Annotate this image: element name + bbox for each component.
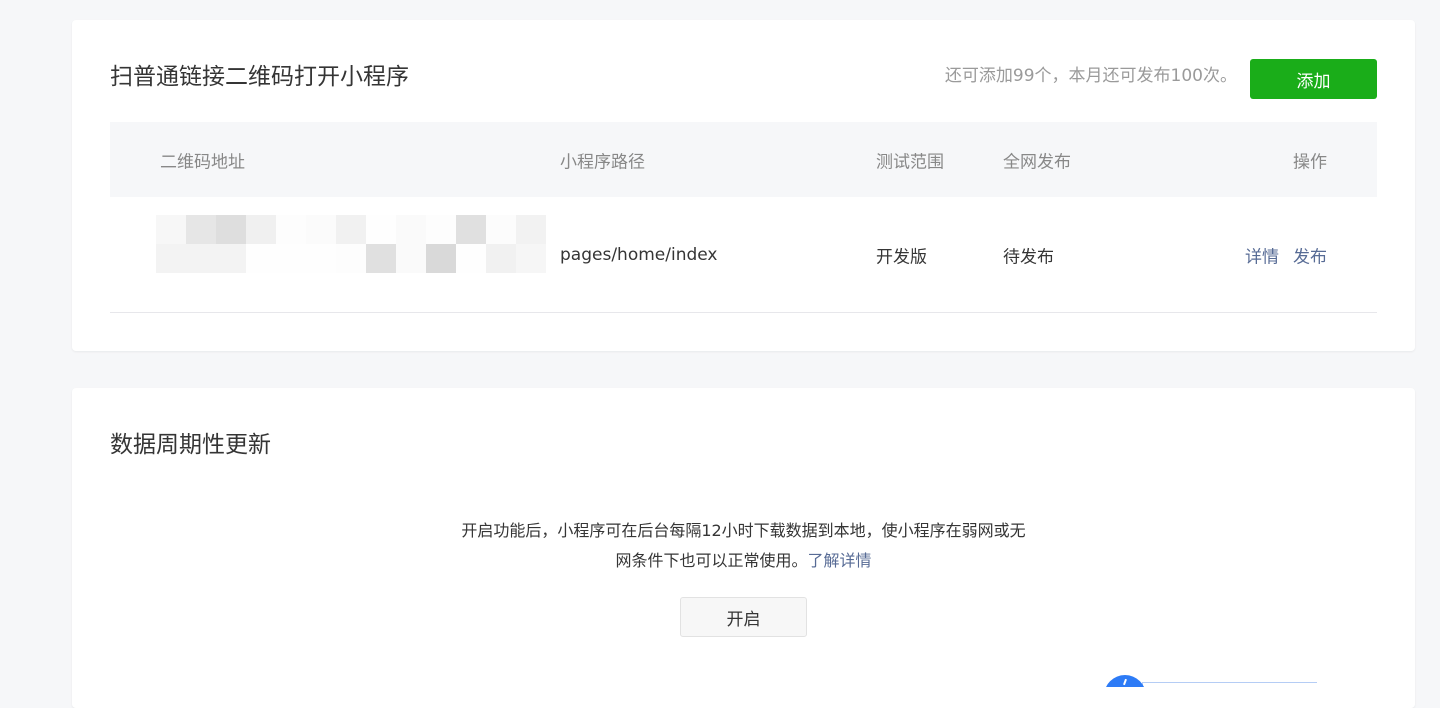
- table-row: pages/home/index 开发版 待发布 详情 发布: [110, 197, 1377, 313]
- row-actions: 详情 发布: [1231, 242, 1327, 267]
- description-line-2-text: 网条件下也可以正常使用。: [615, 551, 808, 570]
- detail-link[interactable]: 详情: [1245, 247, 1279, 267]
- qr-url-redacted: [156, 215, 546, 273]
- table-header: 二维码地址 小程序路径 测试范围 全网发布 操作: [110, 122, 1377, 197]
- qrcode-card: 扫普通链接二维码打开小程序 还可添加99个，本月还可发布100次。 添加 二维码…: [72, 20, 1415, 351]
- periodic-card-title: 数据周期性更新: [110, 432, 271, 458]
- column-header-range: 测试范围: [876, 152, 944, 172]
- publish-link[interactable]: 发布: [1293, 247, 1327, 267]
- helper-bar: [1142, 682, 1317, 687]
- row-release-status: 待发布: [1003, 247, 1054, 267]
- add-button[interactable]: 添加: [1250, 59, 1377, 99]
- periodic-update-card: 数据周期性更新 开启功能后，小程序可在后台每隔12小时下载数据到本地，使小程序在…: [72, 388, 1415, 708]
- description-line-2: 网条件下也可以正常使用。了解详情: [72, 546, 1415, 576]
- row-path: pages/home/index: [560, 244, 718, 265]
- periodic-description: 开启功能后，小程序可在后台每隔12小时下载数据到本地，使小程序在弱网或无 网条件…: [72, 516, 1415, 576]
- column-header-op: 操作: [1293, 152, 1327, 172]
- enable-button[interactable]: 开启: [680, 597, 807, 637]
- column-header-path: 小程序路径: [560, 152, 645, 172]
- qrcode-card-title: 扫普通链接二维码打开小程序: [110, 64, 409, 90]
- helper-icon[interactable]: [1104, 675, 1146, 687]
- floating-helper-widget[interactable]: [1104, 675, 1317, 687]
- column-header-qr: 二维码地址: [160, 152, 245, 172]
- row-range: 开发版: [876, 247, 927, 267]
- qrcode-table: 二维码地址 小程序路径 测试范围 全网发布 操作 pages/home/inde…: [110, 122, 1377, 313]
- description-line-1: 开启功能后，小程序可在后台每隔12小时下载数据到本地，使小程序在弱网或无: [461, 521, 1026, 540]
- learn-more-link[interactable]: 了解详情: [808, 551, 872, 570]
- quota-text: 还可添加99个，本月还可发布100次。: [944, 66, 1237, 86]
- column-header-release: 全网发布: [1003, 152, 1071, 172]
